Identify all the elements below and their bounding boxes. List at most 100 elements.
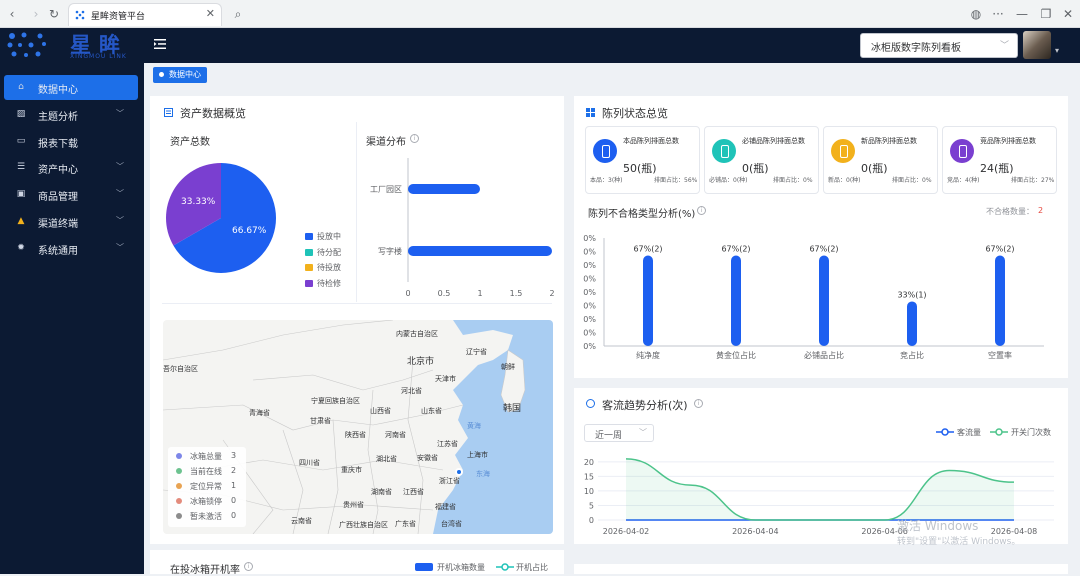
- map-label: 辽宁省: [466, 348, 487, 356]
- map-label: 安徽省: [417, 454, 438, 462]
- globe-icon[interactable]: ◍: [968, 6, 984, 22]
- minimize-icon[interactable]: —: [1014, 6, 1030, 22]
- back-icon[interactable]: ‹: [4, 6, 20, 22]
- stat-card-own[interactable]: 本品陈列排面总数 50(瓶) 本品：3(种) 排面占比：56%: [585, 126, 700, 194]
- sidebar-item-report-download[interactable]: ▭ 报表下载: [4, 129, 138, 154]
- activation-watermark-sub: 转到"设置"以激活 Windows。: [897, 537, 1021, 547]
- map-label: 北京市: [407, 357, 435, 367]
- map-label: 四川省: [299, 459, 320, 467]
- sidebar-item-asset-center[interactable]: ☰ 资产中心 ﹀: [4, 155, 138, 180]
- reload-icon[interactable]: ↻: [46, 6, 62, 22]
- bar: [907, 301, 917, 346]
- category-label: 黄金位占比: [716, 350, 756, 360]
- avatar[interactable]: [1023, 31, 1051, 59]
- map-legend-name: 暂未激活: [190, 512, 222, 521]
- menu-toggle-icon[interactable]: [154, 39, 166, 49]
- divider: [162, 303, 552, 304]
- asset-overview-title: 资产数据概览: [180, 107, 246, 120]
- map-label: 湖南省: [371, 488, 392, 496]
- box-icon: ▣: [16, 189, 26, 199]
- map-label: 朝鲜: [501, 363, 515, 371]
- map-label: 黄海: [467, 422, 481, 430]
- sidebar-item-label: 报表下载: [38, 139, 78, 150]
- sidebar-item-theme-analysis[interactable]: ▨ 主题分析 ﹀: [4, 102, 138, 127]
- breadcrumb-tag[interactable]: 数据中心: [153, 67, 207, 83]
- map-label: 湖北省: [376, 455, 397, 463]
- category-label: 空置率: [988, 350, 1012, 360]
- unqualified-bar-chart: 0% 0% 0% 0% 0% 0% 0% 0% 0% 67%(2) 纯净度 67%(2) 黄金位占比 67…: [583, 234, 1044, 360]
- chevron-down-icon: ﹀: [999, 41, 1009, 51]
- browser-tab[interactable]: 星眸资管平台 ✕: [68, 3, 222, 26]
- sidebar-item-label: 商品管理: [38, 192, 78, 203]
- tick-label: 5: [589, 501, 594, 510]
- unqualified-count: 2: [1038, 206, 1044, 215]
- bar: [731, 255, 741, 346]
- bottle-icon: [593, 139, 617, 163]
- info-icon[interactable]: i: [697, 206, 706, 215]
- map-label: 天津市: [435, 375, 456, 383]
- map-legend-count: 2: [231, 466, 237, 475]
- board-select[interactable]: 冰柜版数字陈列看板 ﹀: [860, 33, 1018, 58]
- forward-icon[interactable]: ›: [28, 6, 44, 22]
- category-label: 工厂园区: [370, 185, 402, 194]
- tick-label: 0%: [583, 302, 596, 311]
- category-label: 必铺品占比: [804, 350, 844, 360]
- data-label: 67%(2): [985, 245, 1014, 254]
- map-legend-count: 0: [231, 496, 237, 505]
- more-icon[interactable]: ···: [990, 6, 1006, 22]
- legend-dot: [176, 513, 182, 519]
- asset-total-title: 资产总数: [170, 137, 210, 148]
- tab-close-icon[interactable]: ✕: [206, 7, 215, 20]
- stat-card-required[interactable]: 必铺品陈列排面总数 0(瓶) 必铺品：0(种) 排面占比：0%: [704, 126, 819, 194]
- sidebar-item-product-management[interactable]: ▣ 商品管理 ﹀: [4, 182, 138, 207]
- sidebar-item-data-center[interactable]: ⌂ 数据中心: [4, 75, 138, 100]
- next-card: [574, 564, 1068, 574]
- stat-foot: 竞品：4(种): [947, 177, 980, 184]
- tick-label: 20: [584, 458, 594, 467]
- asset-pie-chart: [166, 163, 276, 273]
- china-map[interactable]: 内蒙古自治区 北京市 辽宁省 朝鲜 天津市 河北省 宁夏回族自治区 山西省 山东…: [163, 320, 553, 534]
- tick-label: 0%: [583, 234, 596, 243]
- bar: [995, 255, 1005, 346]
- legend-line-icon: [496, 563, 514, 571]
- legend-label: 待分配: [317, 248, 341, 257]
- legend-label: 开机冰箱数量: [437, 563, 485, 572]
- period-select-value: 近一周: [595, 431, 623, 441]
- stat-card-new[interactable]: 新品陈列排面总数 0(瓶) 新品：0(种) 排面占比：0%: [823, 126, 938, 194]
- map-marker-icon[interactable]: [455, 468, 463, 476]
- map-legend-count: 3: [231, 451, 237, 460]
- info-icon[interactable]: i: [694, 399, 703, 408]
- info-icon[interactable]: i: [244, 562, 253, 571]
- sidebar-item-label: 主题分析: [38, 112, 78, 123]
- tab-title: 星眸资管平台: [91, 12, 146, 22]
- map-legend-count: 0: [231, 511, 237, 520]
- sidebar-item-system-general[interactable]: ✹ 系统通用 ﹀: [4, 236, 138, 261]
- stat-card-competitor[interactable]: 竞品陈列排面总数 24(瓶) 竞品：4(种) 排面占比：27%: [942, 126, 1057, 194]
- stat-foot: 排面占比：56%: [654, 177, 698, 184]
- stat-value: 24(瓶): [980, 162, 1014, 175]
- map-legend-name: 定位异常: [190, 482, 222, 491]
- chevron-down-icon: ﹀: [116, 216, 124, 225]
- avatar-caret-icon[interactable]: ▾: [1055, 46, 1059, 55]
- search-icon[interactable]: ⌕: [230, 6, 246, 22]
- map-label: 甘肃省: [310, 417, 331, 425]
- info-icon[interactable]: i: [410, 134, 419, 143]
- sidebar-item-channel-terminal[interactable]: ▲ 渠道终端 ﹀: [4, 209, 138, 234]
- board-select-value: 冰柜版数字陈列看板: [871, 43, 961, 54]
- map-label: 内蒙古自治区: [396, 330, 438, 338]
- list-icon: [164, 108, 173, 117]
- close-window-icon[interactable]: ✕: [1060, 6, 1076, 22]
- restore-icon[interactable]: ❐: [1038, 6, 1054, 22]
- trend-icon: [586, 399, 595, 408]
- legend-swatch: [305, 280, 313, 287]
- legend-swatch: [415, 563, 433, 571]
- tick-label: 2026-04-04: [732, 527, 779, 536]
- display-status-title: 陈列状态总览: [602, 107, 668, 120]
- period-select[interactable]: 近一周 ﹀: [584, 424, 654, 442]
- legend-label: 待投放: [317, 263, 341, 272]
- image-icon: ▨: [16, 109, 26, 119]
- map-label: 台湾省: [441, 520, 462, 528]
- tick-label: 2026-04-02: [603, 527, 650, 536]
- map-label: 广西壮族自治区: [339, 521, 388, 529]
- browser-toolbar: ‹ › ↻ 星眸资管平台 ✕ ⌕ ◍ ··· — ❐ ✕: [0, 0, 1080, 28]
